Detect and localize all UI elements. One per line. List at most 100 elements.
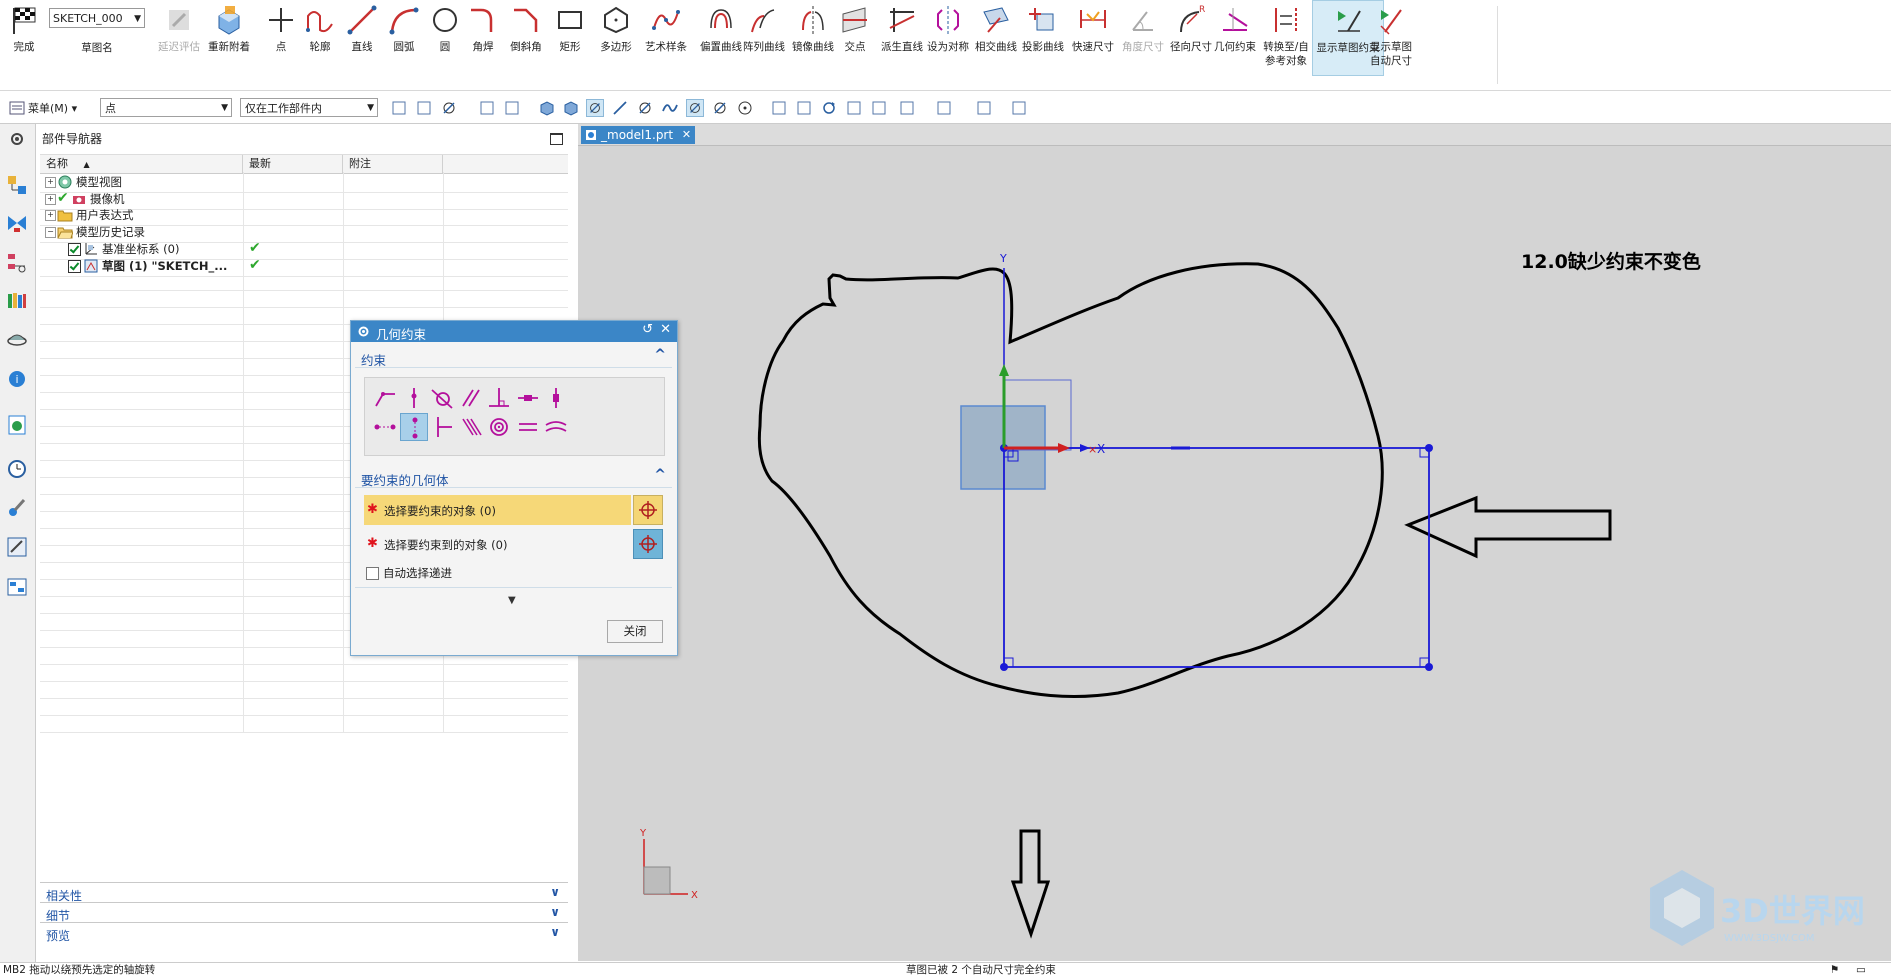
tree-expander[interactable]: − [45,227,56,238]
selection-scope-select[interactable]: 仅在工作部件内 ▼ [240,98,378,117]
visible-check-icon[interactable]: ✔ [57,190,69,206]
gear-icon[interactable] [6,128,28,150]
ribbon-circle-button[interactable]: 圆 [426,0,464,74]
ribbon-fillet-button[interactable]: 角焊 [464,0,502,74]
history-clock-icon[interactable] [6,458,28,480]
zoom-icon[interactable] [795,99,813,117]
sketch-name-select[interactable]: SKETCH_000 ▼ [49,8,145,28]
copy-icon[interactable] [415,99,433,117]
snap-line-icon[interactable] [611,99,629,117]
snap-settings-icon[interactable] [440,99,458,117]
snap-center-icon[interactable] [736,99,754,117]
roles-icon[interactable] [6,576,28,598]
tab-model1[interactable]: _model1.prt ✕ [581,126,696,144]
tree-item-checkbox[interactable] [68,260,81,273]
tangent-constraint-button[interactable] [428,384,456,412]
tree-expander[interactable]: + [45,194,56,205]
select-object-button[interactable] [633,495,663,525]
perpendicular-constraint-button[interactable] [485,384,513,412]
render-style-icon[interactable] [935,99,953,117]
sketch-vertex[interactable] [1000,663,1008,671]
snap-point-icon[interactable] [686,99,704,117]
ribbon-point-button[interactable]: 点 [264,0,298,74]
orient-view-icon[interactable] [975,99,993,117]
menu-button[interactable]: 菜单(M) ▾ [28,100,77,116]
web-browser-icon[interactable] [6,414,28,436]
ribbon-convert-reference-button[interactable]: 转换至/自 参考对象 [1255,0,1317,74]
box-select-icon[interactable] [503,99,521,117]
tree-expander[interactable]: + [45,177,56,188]
sketch-vertex[interactable] [1425,444,1433,452]
midpoint-constraint-button[interactable] [428,413,456,441]
ribbon-rapid-dimension-button[interactable]: 快速尺寸 [1068,0,1118,74]
ribbon-intersection-point-button[interactable]: 交点 [834,0,876,74]
constraint-navigator-icon[interactable] [6,212,28,234]
reuse-library-icon[interactable] [6,290,28,312]
snap-tangent-icon[interactable] [636,99,654,117]
auto-select-checkbox[interactable] [366,567,379,580]
ribbon-pattern-curve-button[interactable]: 阵列曲线 [740,0,788,74]
manufacturing-wizard-icon[interactable] [6,536,28,558]
equal-length-constraint-button[interactable] [514,413,542,441]
ribbon-intersection-curve-button[interactable]: 相交曲线 [970,0,1022,74]
assembly-navigator-icon[interactable] [6,174,28,196]
equal-radius-constraint-button[interactable] [542,413,570,441]
visibility-icon[interactable] [1010,99,1028,117]
ribbon-rectangle-button[interactable]: 矩形 [550,0,590,74]
status-flag-icon[interactable]: ⚑ [1830,963,1839,977]
more-options-toggle[interactable]: ▼ [508,595,516,606]
panel-preview[interactable]: 预览 ∨ [40,922,568,945]
ribbon-spline-button[interactable]: 艺术样条 [640,0,692,74]
dialog-title-bar[interactable]: 几何约束 ↺ ✕ [351,321,677,342]
sketch-vertex[interactable] [1425,663,1433,671]
move-icon[interactable] [478,99,496,117]
ribbon-radial-dimension-button[interactable]: R 径向尺寸 [1167,0,1215,74]
ribbon-geometric-constraint-button[interactable]: 几何约束 [1211,0,1259,74]
process-studio-icon[interactable] [6,496,28,518]
close-icon[interactable]: ✕ [660,322,671,337]
section-constraint-header[interactable]: 约束 ^ [355,347,672,368]
ribbon-show-auto-dimensions-button[interactable]: 显示草图 自动尺寸 [1368,0,1414,74]
vertical-align-constraint-button[interactable] [399,413,428,441]
ribbon-mirror-curve-button[interactable]: 镜像曲线 [786,0,840,74]
ribbon-project-curve-button[interactable]: 投影曲线 [1018,0,1068,74]
snap-curve-icon[interactable] [661,99,679,117]
coincident-constraint-button[interactable] [371,384,399,412]
shaded-body-icon[interactable] [538,99,556,117]
column-header-latest[interactable]: 最新 [243,155,343,173]
vertical-constraint-button[interactable] [542,384,570,412]
tree-item-checkbox[interactable] [68,243,81,256]
maximize-icon[interactable] [550,133,563,145]
ribbon-polygon-button[interactable]: 多边形 [594,0,638,74]
type-filter-select[interactable]: 点 ▼ [100,98,232,117]
snap-arc-icon[interactable] [711,99,729,117]
select-target-row[interactable]: ✱ 选择要约束到的对象 (0) [364,529,631,559]
section-geometry-header[interactable]: 要约束的几何体 ^ [355,467,672,488]
ribbon-delay-eval-button[interactable]: 延迟评估 [157,0,201,74]
ribbon-arc-button[interactable]: 圆弧 [384,0,424,74]
ribbon-profile-button[interactable]: 轮廓 [300,0,340,74]
reset-icon[interactable]: ↺ [642,322,653,337]
filter-reset-icon[interactable] [390,99,408,117]
solid-body-icon[interactable] [562,99,580,117]
close-button[interactable]: 关闭 [607,620,663,643]
layer-icon[interactable] [870,99,888,117]
parallel-constraint-button[interactable] [457,384,485,412]
collinear-constraint-button[interactable] [457,413,485,441]
snap-endpoint-icon[interactable] [586,99,604,117]
rotate-icon[interactable] [820,99,838,117]
grid-icon[interactable] [898,99,916,117]
pan-icon[interactable] [845,99,863,117]
select-target-button[interactable] [633,529,663,559]
ribbon-derived-line-button[interactable]: 派生直线 [877,0,927,74]
ribbon-angular-dimension-button[interactable]: 角度尺寸 [1118,0,1168,74]
close-icon[interactable]: ✕ [682,126,691,144]
horizontal-constraint-button[interactable] [514,384,542,412]
ribbon-make-symmetric-button[interactable]: 设为对称 [924,0,972,74]
graphics-window[interactable]: X Y × 12.0缺少约束不变色 Y X 3D世界网 WWW.3DSJW.CO… [578,146,1891,961]
ribbon-line-button[interactable]: 直线 [342,0,382,74]
ribbon-chamfer-button[interactable]: 倒斜角 [506,0,546,74]
system-materials-icon[interactable]: i [6,368,28,390]
sketch-rectangle[interactable] [1003,447,1430,668]
point-on-curve-constraint-button[interactable] [400,384,428,412]
